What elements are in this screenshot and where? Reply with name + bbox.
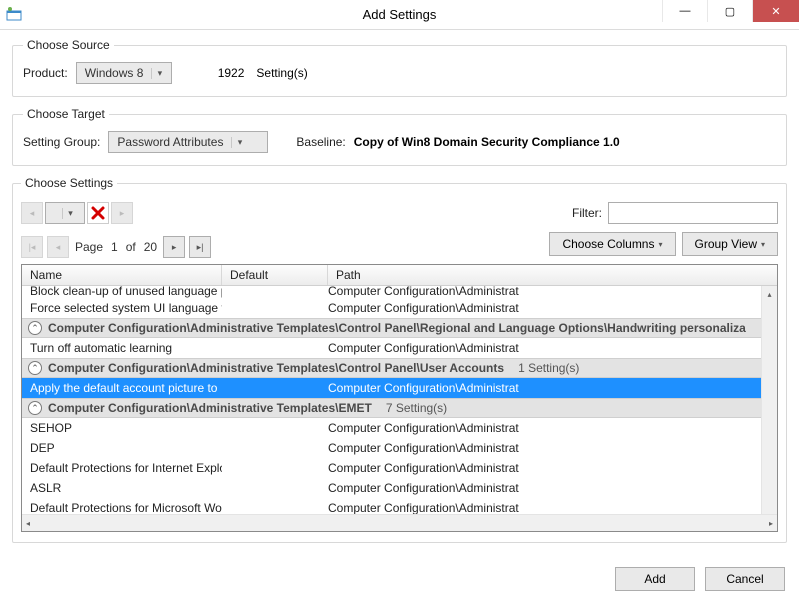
cell-path: Computer Configuration\Administrat <box>328 301 777 315</box>
group-count: 1 Setting(s) <box>518 361 579 375</box>
group-header[interactable]: ⌃ Computer Configuration\Administrative T… <box>22 398 777 418</box>
page-of: of <box>124 240 138 254</box>
cell-path: Computer Configuration\Administrat <box>328 481 777 495</box>
cancel-button[interactable]: Cancel <box>705 567 785 591</box>
collapse-icon[interactable]: ⌃ <box>28 361 42 375</box>
scroll-left-icon: ◂ <box>26 519 30 528</box>
cell-path: Computer Configuration\Administrat <box>328 341 777 355</box>
toolbar-prev-button[interactable]: ◂ <box>21 202 43 224</box>
chevron-down-icon: ▾ <box>761 240 765 249</box>
cell-name: ASLR <box>22 481 222 495</box>
table-row[interactable]: Force selected system UI language to Comp… <box>22 298 777 318</box>
product-value: Windows 8 <box>77 66 152 80</box>
choose-settings-group: Choose Settings ◂ ▾ ▸ Filter: |◂ ◂ <box>12 176 787 543</box>
minimize-button[interactable]: — <box>662 0 707 22</box>
table-row[interactable]: DEP Computer Configuration\Administrat <box>22 438 777 458</box>
group-label: Computer Configuration\Administrative Te… <box>48 401 372 415</box>
add-button[interactable]: Add <box>615 567 695 591</box>
group-header[interactable]: ⌃ Computer Configuration\Administrative T… <box>22 358 777 378</box>
titlebar: Add Settings — ▢ ✕ <box>0 0 799 30</box>
group-label: Computer Configuration\Administrative Te… <box>48 361 504 375</box>
page-first-button[interactable]: |◂ <box>21 236 43 258</box>
grid-header: Name Default Path <box>22 265 777 286</box>
page-next-button[interactable]: ▸ <box>163 236 185 258</box>
setting-group-dropdown[interactable]: Password Attributes ▾ <box>108 131 268 153</box>
dialog-footer: Add Cancel <box>12 553 787 591</box>
column-header-path[interactable]: Path <box>328 265 761 285</box>
cell-name: Block clean-up of unused language p <box>22 286 222 298</box>
chevron-down-icon: ▾ <box>62 208 78 219</box>
maximize-button[interactable]: ▢ <box>707 0 752 22</box>
group-count: 7 Setting(s) <box>386 401 447 415</box>
page-last-button[interactable]: ▸| <box>189 236 211 258</box>
cell-name: Default Protections for Microsoft Wo <box>22 501 222 515</box>
cell-name: Apply the default account picture to <box>22 381 328 395</box>
choose-source-group: Choose Source Product: Windows 8 ▾ 1922 … <box>12 38 787 97</box>
cell-name: Default Protections for Internet Explo <box>22 461 222 475</box>
page-word: Page <box>73 240 105 254</box>
cell-path: Computer Configuration\Administrat <box>328 381 777 395</box>
cell-name: SEHOP <box>22 421 222 435</box>
choose-columns-button[interactable]: Choose Columns ▾ <box>549 232 675 256</box>
close-button[interactable]: ✕ <box>752 0 799 22</box>
table-row[interactable]: Turn off automatic learning Computer Conf… <box>22 338 777 358</box>
delete-icon <box>90 205 106 221</box>
setting-group-label: Setting Group: <box>23 135 100 149</box>
baseline-label: Baseline: <box>296 135 345 149</box>
grid-body[interactable]: Block clean-up of unused language p Compu… <box>22 286 777 531</box>
cell-name: DEP <box>22 441 222 455</box>
table-row[interactable]: ASLR Computer Configuration\Administrat <box>22 478 777 498</box>
choose-settings-legend: Choose Settings <box>21 176 117 190</box>
cell-name: Force selected system UI language to <box>22 301 222 315</box>
product-dropdown[interactable]: Windows 8 ▾ <box>76 62 172 84</box>
choose-columns-label: Choose Columns <box>562 237 654 251</box>
scroll-right-icon: ▸ <box>769 519 773 528</box>
filter-input[interactable] <box>608 202 778 224</box>
cell-path: Computer Configuration\Administrat <box>328 501 777 515</box>
cell-path: Computer Configuration\Administrat <box>328 441 777 455</box>
filter-label: Filter: <box>572 206 602 220</box>
column-header-default[interactable]: Default <box>222 265 328 285</box>
app-icon <box>6 7 22 23</box>
page-prev-button[interactable]: ◂ <box>47 236 69 258</box>
chevron-down-icon: ▾ <box>151 68 167 79</box>
collapse-icon[interactable]: ⌃ <box>28 321 42 335</box>
vertical-scrollbar[interactable]: ▴ <box>761 286 777 514</box>
cell-path: Computer Configuration\Administrat <box>328 286 777 298</box>
baseline-value: Copy of Win8 Domain Security Compliance … <box>354 135 620 149</box>
setting-group-value: Password Attributes <box>109 135 231 149</box>
column-header-name[interactable]: Name <box>22 265 222 285</box>
choose-target-legend: Choose Target <box>23 107 109 121</box>
table-row[interactable]: Default Protections for Internet Explo Co… <box>22 458 777 478</box>
group-header[interactable]: ⌃ Computer Configuration\Administrative T… <box>22 318 777 338</box>
settings-grid: Name Default Path Block clean-up of unus… <box>21 264 778 532</box>
cell-path: Computer Configuration\Administrat <box>328 421 777 435</box>
choose-target-group: Choose Target Setting Group: Password At… <box>12 107 787 166</box>
page-current: 1 <box>109 240 120 254</box>
table-row[interactable]: SEHOP Computer Configuration\Administrat <box>22 418 777 438</box>
delete-button[interactable] <box>87 202 109 224</box>
chevron-down-icon: ▾ <box>231 137 247 148</box>
product-label: Product: <box>23 66 68 80</box>
scroll-up-icon: ▴ <box>767 290 771 299</box>
horizontal-scrollbar[interactable]: ◂ ▸ <box>22 514 777 531</box>
group-view-button[interactable]: Group View ▾ <box>682 232 779 256</box>
cell-path: Computer Configuration\Administrat <box>328 461 777 475</box>
table-row[interactable]: Block clean-up of unused language p Compu… <box>22 286 777 298</box>
toolbar-next-button[interactable]: ▸ <box>111 202 133 224</box>
settings-count-suffix: Setting(s) <box>256 66 307 80</box>
chevron-down-icon: ▾ <box>658 240 662 249</box>
cell-name: Turn off automatic learning <box>22 341 222 355</box>
group-view-label: Group View <box>695 237 757 251</box>
toolbar-action-dropdown[interactable]: ▾ <box>45 202 85 224</box>
group-label: Computer Configuration\Administrative Te… <box>48 321 746 335</box>
page-total: 20 <box>142 240 159 254</box>
settings-count: 1922 <box>218 66 245 80</box>
collapse-icon[interactable]: ⌃ <box>28 401 42 415</box>
table-row-selected[interactable]: Apply the default account picture toComp… <box>22 378 777 398</box>
window-controls: — ▢ ✕ <box>662 0 799 22</box>
choose-source-legend: Choose Source <box>23 38 114 52</box>
